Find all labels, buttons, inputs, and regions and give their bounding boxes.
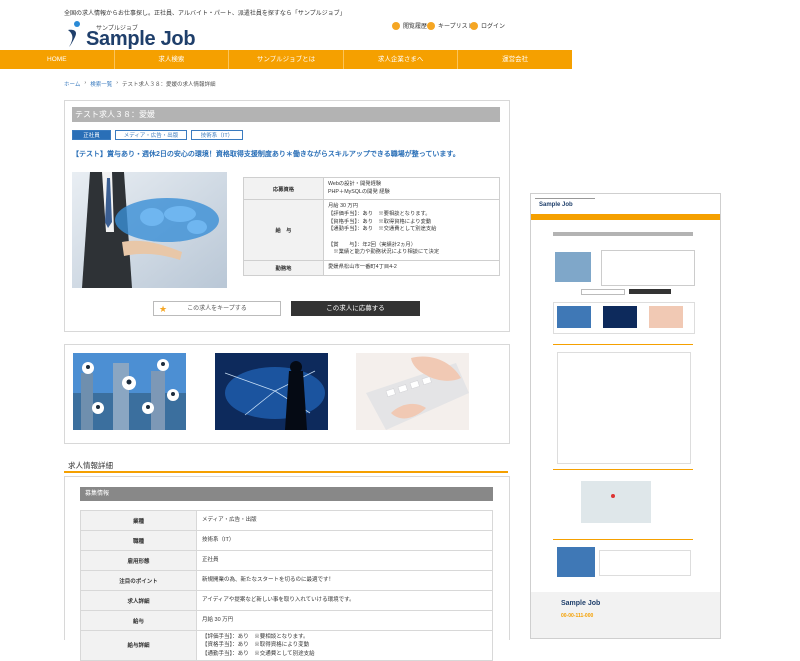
history-label: 閲覧履歴	[403, 24, 428, 30]
detail-label: 業種	[80, 510, 197, 531]
preview-logo: Sample Job	[539, 202, 573, 208]
job-main-photo	[72, 172, 227, 288]
tag-occupation[interactable]: 技術系（IT）	[191, 130, 243, 140]
preview-footer-phone: 00-00-111-000	[561, 613, 594, 619]
breadcrumb-home[interactable]: ホーム	[64, 80, 80, 88]
tag-employment[interactable]: 正社員	[72, 130, 111, 140]
preview-footer-logo: Sample Job	[561, 600, 601, 607]
detail-value: 月給 30 万円	[196, 610, 493, 631]
breadcrumb-search-list[interactable]: 検索一覧	[90, 80, 112, 88]
preview-map	[581, 481, 651, 523]
breadcrumb-separator: ›	[116, 80, 119, 86]
details-section-title: 求人情報詳細	[64, 459, 508, 473]
job-catchphrase: 【テスト】賞与あり・週休2日の安心の環境！資格取得支援制度あり＊働きながらスキル…	[72, 151, 460, 158]
logo-swoosh-icon	[68, 21, 80, 47]
nav-job-search[interactable]: 求人検索	[115, 50, 230, 69]
nav-about[interactable]: サンプルジョブとは	[229, 50, 344, 69]
info-label: 応募資格	[243, 176, 324, 201]
keep-list-label: キープリスト	[438, 24, 474, 30]
nav-company[interactable]: 運営会社	[458, 50, 572, 69]
detail-value: 新規開業の為、新たなスタートを切るのに最適です！	[196, 570, 493, 591]
breadcrumb: ホーム › 検索一覧 › テスト求人３８：愛媛の求人情報詳細	[64, 80, 216, 88]
info-value: 愛媛県松山市一番町4丁目4-2	[323, 260, 500, 276]
detail-label: 注目のポイント	[80, 570, 197, 591]
star-icon	[427, 21, 435, 30]
detail-label: 職種	[80, 530, 197, 551]
login-link[interactable]: ログイン	[470, 21, 505, 30]
nav-for-companies[interactable]: 求人企業さまへ	[344, 50, 459, 69]
preview-nav	[531, 214, 720, 220]
breadcrumb-separator: ›	[84, 80, 87, 86]
detail-label: 雇用形態	[80, 550, 197, 571]
login-icon	[470, 21, 478, 30]
main-nav: HOME 求人検索 サンプルジョブとは 求人企業さまへ 運営会社	[0, 50, 572, 69]
apply-button[interactable]: この求人に応募する	[291, 301, 420, 316]
gallery-photo-businessman[interactable]	[215, 353, 328, 430]
detail-value: メディア・広告・出版	[196, 510, 493, 531]
site-tagline: 全国の求人情報からお仕事探し。正社員、アルバイト・パート、派遣社員を探すなら「サ…	[64, 11, 346, 17]
detail-value: 正社員	[196, 550, 493, 571]
gallery-photo-network[interactable]	[73, 353, 186, 430]
history-link[interactable]: 閲覧履歴	[392, 21, 427, 30]
detail-label: 給与	[80, 610, 197, 631]
keep-list-link[interactable]: キープリスト	[427, 21, 474, 30]
job-title: テスト求人３８：愛媛	[72, 107, 500, 122]
nav-home[interactable]: HOME	[0, 50, 115, 69]
breadcrumb-current: テスト求人３８：愛媛の求人情報詳細	[122, 82, 216, 88]
login-label: ログイン	[481, 24, 506, 30]
clock-icon	[392, 21, 400, 30]
tag-industry[interactable]: メディア・広告・出版	[115, 130, 187, 140]
detail-value: アイディアや提案など新しい事を取り入れていける環境です。	[196, 590, 493, 611]
detail-value: 【評価手当】：あり ※要相談となります。 【資格手当】：あり ※取得資格により変…	[196, 630, 493, 661]
recruitment-info-heading: 募集情報	[80, 487, 493, 501]
info-value: Webの設計・開発経験 PHP＋MySQLの開発 経験	[323, 176, 500, 201]
recruitment-details-table: 業種 メディア・広告・出版 職種 技術系（IT） 雇用形態 正社員 注目のポイント 新規…	[80, 510, 493, 661]
info-value: 月給 30 万円 【評価手当】：あり ※要相談となります。 【資格手当】：あり …	[323, 199, 500, 262]
site-logo[interactable]: Sample Job	[86, 28, 196, 51]
detail-label: 給与詳細	[80, 630, 197, 661]
info-label: 勤務地	[243, 260, 324, 276]
keep-job-button[interactable]: ★ この求人をキープする	[153, 301, 281, 316]
full-page-preview: Sample Job Sample Job 00-00-111-000	[530, 193, 721, 639]
job-summary-table: 応募資格 Webの設計・開発経験 PHP＋MySQLの開発 経験 給 与 月給 …	[243, 176, 500, 276]
star-icon: ★	[159, 304, 168, 314]
detail-label: 求人詳細	[80, 590, 197, 611]
keep-job-label: この求人をキープする	[187, 306, 247, 312]
gallery-photo-keyboard[interactable]	[356, 353, 469, 430]
info-label: 給 与	[243, 199, 324, 262]
detail-value: 技術系（IT）	[196, 530, 493, 551]
